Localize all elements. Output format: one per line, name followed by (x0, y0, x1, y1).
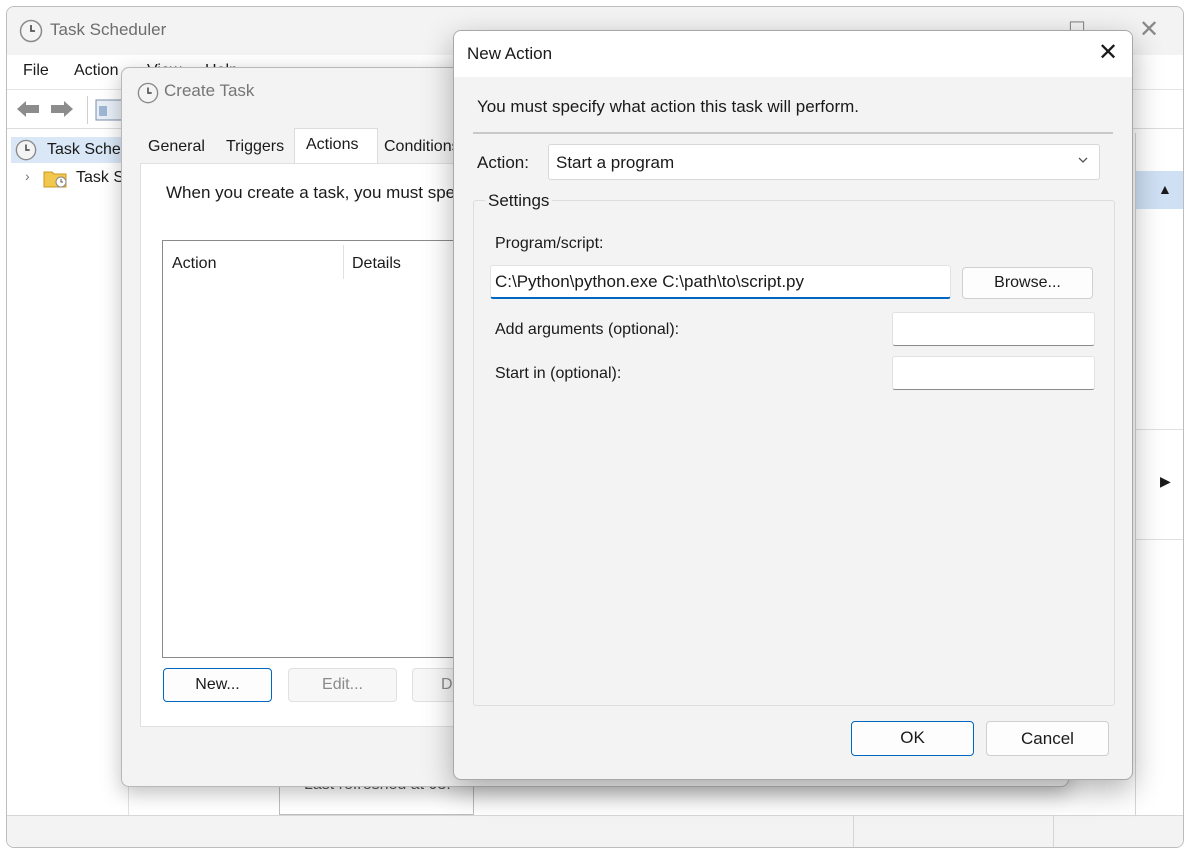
arguments-input[interactable] (892, 312, 1095, 346)
status-divider (853, 816, 854, 847)
column-header-action[interactable]: Action (172, 255, 216, 273)
actions-pane-header[interactable]: ▲ (1136, 171, 1183, 209)
tree-item-root[interactable]: Task Scheduler (Local) (11, 137, 210, 166)
column-divider[interactable] (343, 245, 344, 279)
start-in-input[interactable] (892, 356, 1095, 390)
program-script-label: Program/script: (495, 235, 604, 252)
chevron-down-icon[interactable] (1077, 154, 1089, 169)
pane-divider (1136, 539, 1183, 540)
close-button[interactable]: ✕ (1129, 17, 1169, 43)
column-header-details[interactable]: Details (352, 255, 401, 273)
pane-divider (1136, 429, 1183, 430)
folder-clock-icon (43, 167, 69, 194)
expand-right-icon[interactable]: ▶ (1160, 473, 1171, 490)
chevron-right-icon[interactable]: › (25, 168, 30, 184)
tab-conditions[interactable]: Conditions (384, 138, 460, 156)
forward-arrow-icon[interactable] (49, 98, 75, 125)
settings-group-label: Settings (485, 191, 553, 211)
navigation-tree: Task Scheduler (Local) › Task Scheduler … (11, 133, 239, 817)
edit-action-button[interactable]: Edit... (288, 668, 397, 702)
action-dropdown[interactable]: Start a program (548, 144, 1100, 180)
clock-icon (19, 19, 43, 48)
toolbar-separator (87, 96, 88, 124)
new-action-dialog: New Action ✕ You must specify what actio… (453, 30, 1133, 780)
new-action-button[interactable]: New... (163, 668, 272, 702)
action-dropdown-value: Start a program (556, 153, 675, 172)
action-label: Action: (477, 153, 529, 172)
clock-icon (137, 82, 159, 109)
tree-item-library[interactable]: › Task Scheduler Library (11, 165, 239, 194)
title-bar: New Action ✕ (454, 31, 1132, 77)
tab-actions[interactable]: Actions (306, 136, 358, 154)
dialog-title: Create Task (164, 81, 255, 100)
ok-button[interactable]: OK (851, 721, 974, 756)
status-divider (1053, 816, 1054, 847)
separator (473, 132, 1113, 134)
tab-triggers[interactable]: Triggers (226, 138, 284, 156)
close-button[interactable]: ✕ (1094, 39, 1122, 67)
back-arrow-icon[interactable] (15, 98, 41, 125)
arguments-label: Add arguments (optional): (495, 321, 680, 338)
menu-file[interactable]: File (23, 62, 49, 80)
start-in-label: Start in (optional): (495, 365, 622, 382)
clock-icon (15, 139, 37, 166)
cancel-button[interactable]: Cancel (986, 721, 1109, 756)
actions-pane: ▲ ▶ (1135, 133, 1183, 817)
dialog-description: You must specify what action this task w… (477, 97, 860, 116)
menu-action[interactable]: Action (74, 62, 118, 80)
dialog-title: New Action (467, 44, 553, 63)
status-bar (7, 815, 1183, 847)
browse-button[interactable]: Browse... (962, 267, 1093, 299)
tab-general[interactable]: General (148, 138, 205, 156)
collapse-up-icon[interactable]: ▲ (1158, 181, 1172, 197)
program-script-input[interactable] (490, 265, 951, 299)
window-title: Task Scheduler (50, 20, 167, 39)
